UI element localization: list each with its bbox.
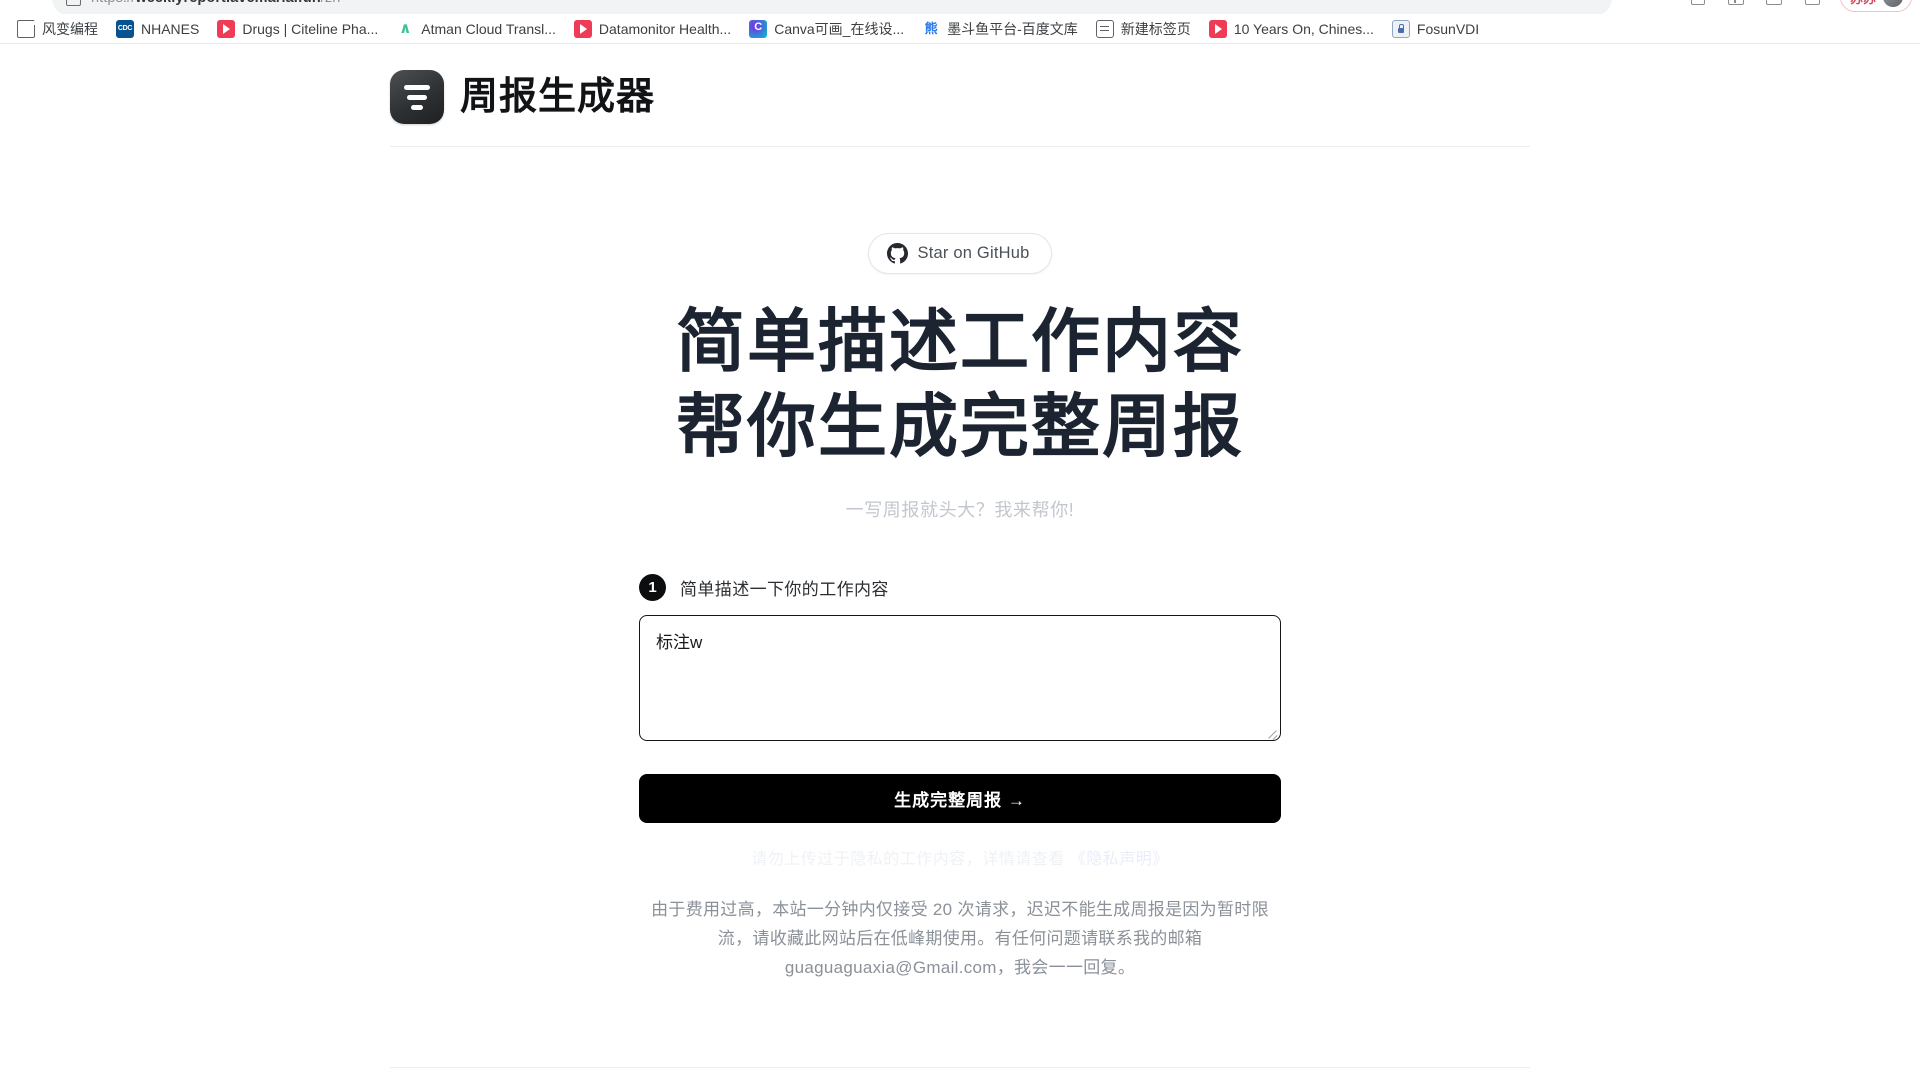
work-description-input[interactable] xyxy=(639,614,1281,741)
omnibox-strip: https://weeklyreport.avemaria.fun/zh 苏苏 xyxy=(0,0,1920,14)
app-logo-icon xyxy=(390,70,444,124)
bookmark-item[interactable]: 风变编程 xyxy=(8,15,107,43)
url-prefix: https:// xyxy=(91,0,135,6)
avatar xyxy=(1883,0,1903,7)
headline-line-1: 简单描述工作内容 xyxy=(676,303,1244,380)
cdc-icon: CDC xyxy=(116,19,134,38)
content-container: 周报生成器 Star on GitHub 简单描述工作内容 帮你生成完整周报 一… xyxy=(390,44,1530,982)
logo-bar xyxy=(407,94,427,100)
bookmark-label: FosunVDI xyxy=(1416,20,1480,37)
step-number-badge: 1 xyxy=(639,573,666,601)
bookmark-label: NHANES xyxy=(141,20,200,37)
side-panel-icon[interactable] xyxy=(1764,0,1784,7)
bookmark-item[interactable]: Datamonitor Health... xyxy=(565,16,740,42)
red-play-icon xyxy=(1208,19,1227,38)
bookmark-label: Drugs | Citeline Pha... xyxy=(242,20,379,37)
baidu-icon: 熊 xyxy=(922,19,941,38)
page-content: 周报生成器 Star on GitHub 简单描述工作内容 帮你生成完整周报 一… xyxy=(0,44,1920,1080)
bookmark-item[interactable]: FosunVDI xyxy=(1383,16,1488,42)
footer-divider xyxy=(390,1067,1530,1068)
bookmarks-bar: 风变编程 CDC NHANES Drugs | Citeline Pha... … xyxy=(0,14,1920,44)
bookmark-label: Datamonitor Health... xyxy=(598,20,732,37)
new-tab-icon[interactable] xyxy=(1802,0,1822,7)
privacy-notice-text: 请勿上传过于隐私的工作内容，详情请查看 xyxy=(751,850,1065,868)
browser-toolbar-actions: 苏苏 xyxy=(1688,0,1912,14)
hero-section: Star on GitHub 简单描述工作内容 帮你生成完整周报 一写周报就头大… xyxy=(390,147,1530,982)
site-header: 周报生成器 xyxy=(390,44,1530,147)
atman-icon: ∧ xyxy=(396,19,415,38)
github-icon xyxy=(886,243,908,264)
page-info-icon[interactable] xyxy=(66,0,81,6)
privacy-notice: 请勿上传过于隐私的工作内容，详情请查看 《隐私声明》 xyxy=(639,845,1281,869)
bookmark-label: Atman Cloud Transl... xyxy=(421,20,556,37)
share-icon[interactable] xyxy=(1688,0,1708,7)
bookmark-item[interactable]: CDC NHANES xyxy=(107,16,208,42)
address-bar[interactable]: https://weeklyreport.avemaria.fun/zh xyxy=(52,0,1612,14)
bookmark-item[interactable]: 新建标签页 xyxy=(1087,15,1200,43)
bookmark-label: 10 Years On, Chines... xyxy=(1233,20,1374,37)
hero-subtitle: 一写周报就头大？我来帮你! xyxy=(845,499,1075,520)
bookmark-label: 新建标签页 xyxy=(1120,20,1191,37)
bookmark-item[interactable]: 熊 墨斗鱼平台-百度文库 xyxy=(913,15,1087,43)
document-icon xyxy=(17,19,36,38)
red-play-icon xyxy=(573,19,592,38)
bookmark-item[interactable]: Drugs | Citeline Pha... xyxy=(208,16,387,42)
split-screen-icon[interactable] xyxy=(1726,0,1746,7)
url-path: /zh xyxy=(321,0,341,6)
bookmark-label: Canva可画_在线设... xyxy=(774,20,905,37)
privacy-policy-link[interactable]: 《隐私声明》 xyxy=(1070,851,1169,868)
bookmark-label: 风变编程 xyxy=(42,20,98,37)
app-title: 周报生成器 xyxy=(460,76,656,118)
step-one-label: 简单描述一下你的工作内容 xyxy=(680,579,889,599)
work-description-wrapper xyxy=(639,614,1281,741)
star-on-github-label: Star on GitHub xyxy=(917,244,1030,262)
star-on-github-button[interactable]: Star on GitHub xyxy=(867,233,1053,274)
lock-icon xyxy=(1391,19,1410,38)
address-bar-url: https://weeklyreport.avemaria.fun/zh xyxy=(91,0,340,6)
bookmark-item[interactable]: ∧ Atman Cloud Transl... xyxy=(387,16,565,42)
browser-chrome: https://weeklyreport.avemaria.fun/zh 苏苏 … xyxy=(0,0,1920,44)
logo-bar xyxy=(404,84,430,90)
rate-limit-notice: 由于费用过高，本站一分钟内仅接受 20 次请求，迟迟不能生成周报是因为暂时限流，… xyxy=(651,899,1269,978)
logo-bar xyxy=(411,104,423,110)
bookmark-item[interactable]: Canva可画_在线设... xyxy=(740,15,913,43)
headline-line-2: 帮你生成完整周报 xyxy=(676,387,1244,465)
profile-name: 苏苏 xyxy=(1850,0,1876,7)
url-domain: weeklyreport.avemaria.fun xyxy=(135,0,320,6)
logo[interactable]: 周报生成器 xyxy=(390,70,655,124)
generator-form: 1 简单描述一下你的工作内容 生成完整周报 → 请勿上传过于隐私的工作内容，详情… xyxy=(639,522,1281,983)
step-one: 1 简单描述一下你的工作内容 xyxy=(639,573,1281,601)
profile-button[interactable]: 苏苏 xyxy=(1839,0,1912,12)
generate-report-button[interactable]: 生成完整周报 → xyxy=(639,773,1281,823)
bookmark-label: 墨斗鱼平台-百度文库 xyxy=(947,20,1078,37)
red-play-icon xyxy=(217,19,236,38)
canva-icon xyxy=(749,19,768,38)
bookmark-item[interactable]: 10 Years On, Chines... xyxy=(1200,16,1383,42)
new-tab-page-icon xyxy=(1095,19,1114,38)
page-title: 简单描述工作内容 帮你生成完整周报 xyxy=(390,300,1530,470)
